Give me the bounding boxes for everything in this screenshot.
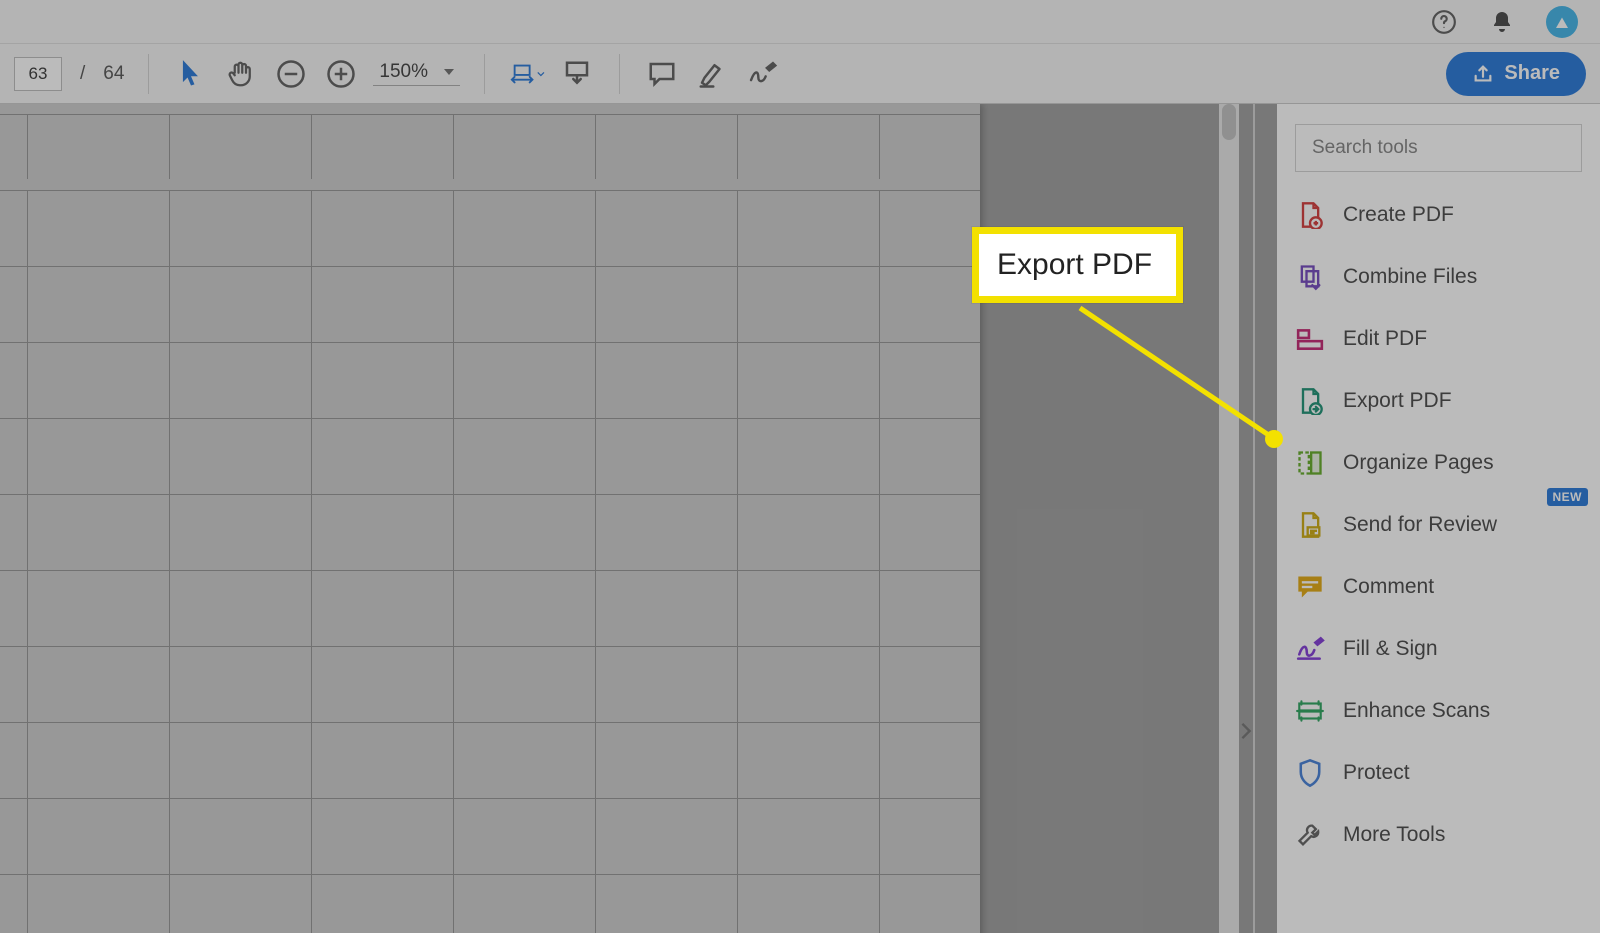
collapse-panel-icon[interactable]: [1240, 722, 1252, 740]
scrollbar-thumb[interactable]: [1222, 104, 1236, 140]
tool-label: Send for Review: [1343, 513, 1497, 537]
export-pdf-icon: [1295, 386, 1325, 416]
hand-tool-icon[interactable]: [223, 56, 259, 92]
account-avatar[interactable]: [1546, 6, 1578, 38]
toolbar-divider: [148, 54, 149, 94]
comment-icon: [1295, 572, 1325, 602]
tool-label: Comment: [1343, 575, 1434, 599]
main-toolbar: / 64 150% Share: [0, 44, 1600, 104]
tool-label: Export PDF: [1343, 389, 1452, 413]
search-tools-input[interactable]: [1295, 124, 1582, 172]
toolbar-divider: [619, 54, 620, 94]
tool-item-protect[interactable]: Protect: [1295, 758, 1582, 788]
tool-item-organize-pages[interactable]: Organize Pages: [1295, 448, 1582, 478]
page-total: 64: [103, 63, 124, 85]
tool-item-comment[interactable]: Comment: [1295, 572, 1582, 602]
bell-icon[interactable]: [1488, 8, 1516, 36]
page-scroll-icon[interactable]: [559, 56, 595, 92]
tool-item-edit-pdf[interactable]: Edit PDF: [1295, 324, 1582, 354]
organize-icon: [1295, 448, 1325, 478]
tool-label: Create PDF: [1343, 203, 1454, 227]
more-tools-icon: [1295, 820, 1325, 850]
window-titlebar: [0, 0, 1600, 44]
enhance-icon: [1295, 696, 1325, 726]
tools-panel: Create PDF Combine Files Edit PDF Export PD…: [1277, 104, 1600, 933]
help-icon[interactable]: [1430, 8, 1458, 36]
review-icon: [1295, 510, 1325, 540]
tool-label: Protect: [1343, 761, 1410, 785]
add-comment-icon[interactable]: [644, 56, 680, 92]
combine-icon: [1295, 262, 1325, 292]
tool-item-more-tools[interactable]: More Tools: [1295, 820, 1582, 850]
document-page: [0, 104, 980, 933]
page-separator: /: [80, 63, 85, 85]
fit-width-icon[interactable]: [509, 56, 545, 92]
zoom-value: 150%: [379, 61, 428, 83]
protect-icon: [1295, 758, 1325, 788]
tool-item-enhance-scans[interactable]: Enhance Scans: [1295, 696, 1582, 726]
tool-label: Fill & Sign: [1343, 637, 1438, 661]
callout-dot: [1265, 430, 1283, 448]
fill-sign-icon: [1295, 634, 1325, 664]
tool-label: Combine Files: [1343, 265, 1477, 289]
tool-label: More Tools: [1343, 823, 1445, 847]
vertical-scrollbar[interactable]: [1219, 104, 1239, 933]
zoom-in-icon[interactable]: [323, 56, 359, 92]
chevron-down-icon: [444, 69, 454, 75]
tool-item-create-pdf[interactable]: Create PDF: [1295, 200, 1582, 230]
callout-export-pdf: Export PDF: [972, 227, 1183, 303]
panel-divider: [1253, 104, 1255, 933]
zoom-out-icon[interactable]: [273, 56, 309, 92]
share-button[interactable]: Share: [1446, 52, 1586, 96]
tool-label: Organize Pages: [1343, 451, 1494, 475]
create-pdf-icon: [1295, 200, 1325, 230]
callout-label: Export PDF: [997, 248, 1152, 281]
tool-item-export-pdf[interactable]: Export PDF: [1295, 386, 1582, 416]
edit-pdf-icon: [1295, 324, 1325, 354]
toolbar-divider: [484, 54, 485, 94]
tool-item-combine-files[interactable]: Combine Files: [1295, 262, 1582, 292]
share-label: Share: [1504, 62, 1560, 85]
signature-icon[interactable]: [744, 56, 780, 92]
new-badge: NEW: [1547, 488, 1589, 506]
page-number-input[interactable]: [14, 57, 62, 91]
tool-item-fill-sign[interactable]: Fill & Sign: [1295, 634, 1582, 664]
selection-tool-icon[interactable]: [173, 56, 209, 92]
tool-label: Enhance Scans: [1343, 699, 1490, 723]
tool-item-send-for-review[interactable]: Send for ReviewNEW: [1295, 510, 1582, 540]
highlight-icon[interactable]: [694, 56, 730, 92]
zoom-dropdown[interactable]: 150%: [373, 61, 460, 86]
tool-label: Edit PDF: [1343, 327, 1427, 351]
